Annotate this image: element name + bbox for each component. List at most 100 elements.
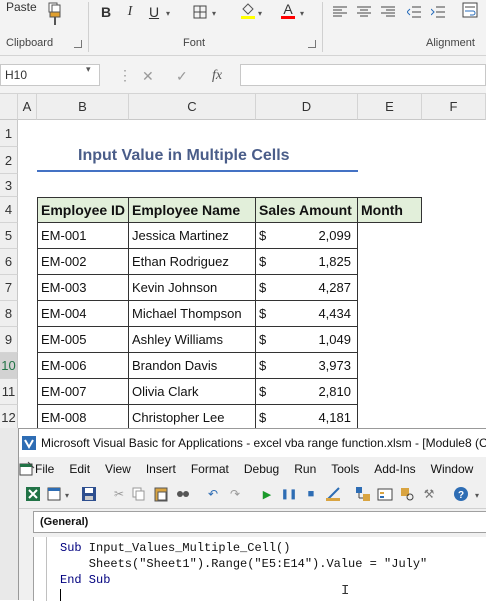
menu-debug[interactable]: Debug: [244, 462, 279, 476]
row-header[interactable]: 5: [0, 223, 18, 249]
wrap-text-icon[interactable]: [460, 0, 480, 20]
column-header-e[interactable]: E: [358, 94, 422, 120]
row-header[interactable]: 4: [0, 197, 18, 223]
clipboard-launcher-icon[interactable]: [74, 40, 82, 48]
row-header[interactable]: 2: [0, 147, 18, 174]
cell-sales-amount[interactable]: $4,434: [256, 301, 358, 327]
view-excel-icon[interactable]: [25, 486, 41, 502]
object-dropdown[interactable]: (General): [33, 511, 486, 533]
select-all-corner[interactable]: [0, 94, 18, 120]
italic-button[interactable]: I: [120, 2, 140, 22]
cell-employee-name[interactable]: Kevin Johnson: [129, 275, 256, 301]
help-icon[interactable]: ?: [453, 486, 469, 502]
row-header[interactable]: 7: [0, 275, 18, 301]
reset-icon[interactable]: ■: [303, 486, 319, 502]
cell-employee-id[interactable]: EM-008: [37, 405, 129, 428]
row-header[interactable]: 3: [0, 174, 18, 197]
code-editor[interactable]: Sub Input_Values_Multiple_Cell() Sheets(…: [33, 537, 486, 601]
vba-title-bar[interactable]: Microsoft Visual Basic for Applications …: [19, 429, 486, 457]
cell-employee-id[interactable]: EM-001: [37, 223, 129, 249]
align-left-icon[interactable]: [330, 2, 350, 22]
header-month[interactable]: Month: [358, 197, 422, 223]
cell-employee-id[interactable]: EM-006: [37, 353, 129, 379]
row-header[interactable]: 11: [0, 379, 18, 405]
cell-employee-id[interactable]: EM-005: [37, 327, 129, 353]
cell-sales-amount[interactable]: $1,825: [256, 249, 358, 275]
underline-button[interactable]: U: [144, 2, 164, 22]
borders-dropdown-icon[interactable]: ▾: [212, 9, 216, 18]
align-center-icon[interactable]: [354, 2, 374, 22]
header-employee-id[interactable]: Employee ID: [37, 197, 129, 223]
code-line-3[interactable]: End Sub: [60, 573, 110, 587]
project-explorer-icon[interactable]: [355, 486, 371, 502]
menu-tools[interactable]: Tools: [331, 462, 359, 476]
cell-sales-amount[interactable]: $3,973: [256, 353, 358, 379]
cell-employee-name[interactable]: Ethan Rodriguez: [129, 249, 256, 275]
menu-add-ins[interactable]: Add-Ins: [374, 462, 415, 476]
bold-button[interactable]: B: [96, 2, 116, 22]
column-header-b[interactable]: B: [37, 94, 129, 120]
fill-color-icon[interactable]: [238, 0, 258, 20]
column-header-f[interactable]: F: [422, 94, 486, 120]
fill-color-dropdown-icon[interactable]: ▾: [258, 9, 262, 18]
cell-sales-amount[interactable]: $4,287: [256, 275, 358, 301]
break-icon[interactable]: ❚❚: [281, 486, 298, 502]
menu-view[interactable]: View: [105, 462, 131, 476]
insert-dropdown-icon[interactable]: ▾: [65, 491, 69, 500]
column-header-a[interactable]: A: [18, 94, 37, 120]
cell-employee-name[interactable]: Jessica Martinez: [129, 223, 256, 249]
name-box[interactable]: H10: [0, 64, 100, 86]
cell-employee-id[interactable]: EM-007: [37, 379, 129, 405]
code-line-2[interactable]: Sheets("Sheet1").Range("E5:E14").Value =…: [60, 557, 427, 571]
insert-function-icon[interactable]: fx: [212, 68, 222, 84]
name-box-dropdown-icon[interactable]: ▾: [86, 64, 91, 75]
cell-sales-amount[interactable]: $2,810: [256, 379, 358, 405]
cell-employee-id[interactable]: EM-003: [37, 275, 129, 301]
cell-employee-id[interactable]: EM-004: [37, 301, 129, 327]
menu-run[interactable]: Run: [294, 462, 316, 476]
paste-icon[interactable]: [153, 486, 169, 502]
vba-sheet-icon[interactable]: [19, 461, 35, 477]
toolbar-options-icon[interactable]: ▾: [475, 491, 479, 500]
underline-dropdown-icon[interactable]: ▾: [166, 9, 170, 18]
copy-icon[interactable]: [131, 486, 147, 502]
font-color-dropdown-icon[interactable]: ▾: [300, 9, 304, 18]
cut-icon[interactable]: ✂: [111, 486, 127, 502]
enter-icon[interactable]: ✓: [176, 68, 188, 85]
menu-format[interactable]: Format: [191, 462, 229, 476]
design-mode-icon[interactable]: [325, 486, 341, 502]
cell-sales-amount[interactable]: $1,049: [256, 327, 358, 353]
cell-employee-name[interactable]: Christopher Lee: [129, 405, 256, 428]
row-header-selected[interactable]: 10: [0, 353, 18, 379]
redo-icon[interactable]: ↷: [227, 486, 243, 502]
increase-indent-icon[interactable]: [428, 2, 448, 22]
find-icon[interactable]: [175, 486, 191, 502]
menu-edit[interactable]: Edit: [69, 462, 90, 476]
menu-window[interactable]: Window: [431, 462, 474, 476]
row-header[interactable]: 8: [0, 301, 18, 327]
format-painter-icon[interactable]: [44, 9, 64, 29]
cell-sales-amount[interactable]: $4,181: [256, 405, 358, 428]
cell-sales-amount[interactable]: $2,099: [256, 223, 358, 249]
menu-insert[interactable]: Insert: [146, 462, 176, 476]
column-header-c[interactable]: C: [129, 94, 256, 120]
undo-icon[interactable]: ↶: [205, 486, 221, 502]
object-browser-icon[interactable]: [399, 486, 415, 502]
insert-module-icon[interactable]: [47, 486, 63, 502]
properties-icon[interactable]: [377, 486, 393, 502]
cancel-icon[interactable]: ✕: [142, 68, 154, 85]
column-header-d[interactable]: D: [256, 94, 358, 120]
toolbox-icon[interactable]: ⚒: [421, 486, 437, 502]
paste-button[interactable]: Paste: [6, 0, 37, 14]
run-icon[interactable]: ▶: [259, 486, 275, 502]
header-employee-name[interactable]: Employee Name: [129, 197, 256, 223]
menu-file[interactable]: File: [35, 462, 54, 476]
row-header[interactable]: 12: [0, 405, 18, 428]
decrease-indent-icon[interactable]: [404, 2, 424, 22]
cell-employee-name[interactable]: Olivia Clark: [129, 379, 256, 405]
header-sales-amount[interactable]: Sales Amount: [256, 197, 358, 223]
cell-employee-name[interactable]: Michael Thompson: [129, 301, 256, 327]
font-color-icon[interactable]: A: [278, 0, 298, 20]
row-header[interactable]: 6: [0, 249, 18, 275]
formula-input[interactable]: [240, 64, 486, 86]
